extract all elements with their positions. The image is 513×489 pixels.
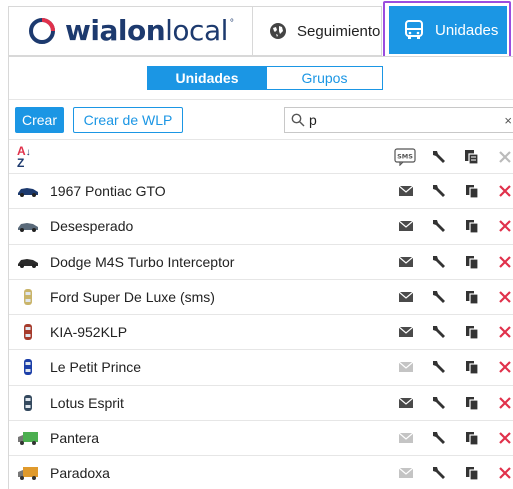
logo-text: wialonlocal	[65, 17, 228, 45]
truck-icon	[18, 467, 38, 481]
delete-icon[interactable]	[496, 394, 513, 412]
top-header: wialonlocal ° Seguimiento Unidades	[0, 0, 513, 62]
delete-icon[interactable]	[496, 253, 513, 271]
create-button[interactable]: Crear	[15, 107, 64, 133]
unit-row[interactable]: Pantera	[9, 420, 513, 455]
copy-icon[interactable]	[463, 464, 481, 482]
logo: wialonlocal °	[8, 6, 252, 56]
logo-trademark: °	[229, 17, 234, 29]
wrench-icon[interactable]	[430, 182, 448, 200]
wrench-icon[interactable]	[430, 217, 448, 235]
copy-icon[interactable]	[463, 323, 481, 341]
unit-name: Ford Super De Luxe (sms)	[50, 288, 215, 305]
wrench-icon[interactable]	[430, 429, 448, 447]
wrench-icon[interactable]	[430, 148, 448, 166]
search-box: ×	[284, 107, 513, 133]
unit-name: Desesperado	[50, 218, 134, 235]
copy-icon[interactable]	[463, 394, 481, 412]
wrench-icon[interactable]	[430, 253, 448, 271]
wrench-icon[interactable]	[430, 323, 448, 341]
copy-icon[interactable]	[463, 253, 481, 271]
send-message-icon[interactable]	[397, 323, 415, 341]
copy-icon[interactable]	[463, 358, 481, 376]
wrench-icon[interactable]	[430, 288, 448, 306]
send-message-icon[interactable]	[397, 358, 415, 376]
car-icon	[24, 394, 32, 411]
globe-icon	[270, 23, 286, 39]
copy-icon[interactable]	[463, 288, 481, 306]
column-actions: SMS	[391, 140, 513, 174]
unit-row[interactable]: Le Petit Prince	[9, 349, 513, 384]
send-message-icon[interactable]	[397, 429, 415, 447]
send-message-icon[interactable]	[397, 182, 415, 200]
nav-tab-units[interactable]: Unidades	[389, 6, 507, 54]
sort-az-icon[interactable]: A↓ Z	[17, 145, 31, 170]
sort-letter-bottom: Z	[17, 156, 25, 170]
close-icon	[499, 151, 511, 163]
units-list: 1967 Pontiac GTO Desesperado Dodge M4S Tur…	[9, 173, 513, 489]
send-message-icon[interactable]	[397, 253, 415, 271]
wrench-icon[interactable]	[430, 464, 448, 482]
logo-brand-bold: wialon	[65, 14, 166, 47]
unit-name: Le Petit Prince	[50, 359, 142, 376]
unit-row[interactable]: Ford Super De Luxe (sms)	[9, 278, 513, 314]
unit-row[interactable]: 1967 Pontiac GTO	[9, 173, 513, 208]
toolbar: Crear Crear de WLP ×	[9, 99, 513, 139]
svg-text:SMS: SMS	[397, 153, 413, 161]
search-icon	[291, 113, 305, 127]
list-header: A↓ Z SMS	[9, 139, 513, 173]
unit-row[interactable]: Paradoxa	[9, 455, 513, 489]
unit-name: Lotus Esprit	[50, 394, 124, 411]
car-icon	[24, 324, 32, 341]
clear-search-button[interactable]: ×	[504, 113, 512, 128]
delete-icon[interactable]	[496, 464, 513, 482]
delete-icon[interactable]	[496, 288, 513, 306]
delete-icon[interactable]	[496, 182, 513, 200]
units-panel: Unidades Grupos Crear Crear de WLP × A↓ …	[8, 56, 513, 489]
unit-name: Paradoxa	[50, 465, 110, 482]
bus-icon	[405, 20, 423, 39]
copy-icon[interactable]	[463, 182, 481, 200]
unit-row[interactable]: Dodge M4S Turbo Interceptor	[9, 243, 513, 279]
wrench-icon[interactable]	[430, 358, 448, 376]
unit-row[interactable]: Desesperado	[9, 208, 513, 243]
car-icon	[18, 188, 38, 197]
tab-groups[interactable]: Grupos	[267, 66, 383, 90]
car-icon	[24, 359, 32, 376]
logo-brand-light: local	[165, 14, 228, 47]
tab-units[interactable]: Unidades	[147, 66, 267, 90]
sms-icon[interactable]: SMS	[394, 148, 416, 166]
unit-name: 1967 Pontiac GTO	[50, 183, 166, 199]
car-icon	[18, 258, 38, 268]
send-message-icon[interactable]	[397, 464, 415, 482]
wrench-icon[interactable]	[430, 394, 448, 412]
nav-tab-units-label: Unidades	[435, 21, 499, 39]
unit-name: Pantera	[50, 430, 100, 447]
nav-tab-tracking-label: Seguimiento	[297, 22, 381, 40]
copy-icon[interactable]	[463, 217, 481, 235]
unit-name: KIA-952KLP	[50, 324, 128, 341]
car-icon	[18, 223, 38, 233]
car-icon	[24, 288, 32, 305]
truck-icon	[18, 432, 38, 446]
send-message-icon[interactable]	[397, 394, 415, 412]
delete-icon[interactable]	[496, 358, 513, 376]
unit-row[interactable]: KIA-952KLP	[9, 314, 513, 349]
create-from-wlp-button[interactable]: Crear de WLP	[73, 107, 183, 133]
copy-icon[interactable]	[463, 148, 481, 166]
delete-icon[interactable]	[496, 217, 513, 235]
unit-name: Dodge M4S Turbo Interceptor	[50, 253, 235, 270]
search-input[interactable]	[309, 112, 499, 128]
delete-icon[interactable]	[496, 429, 513, 447]
send-message-icon[interactable]	[397, 217, 415, 235]
logo-ring-icon	[29, 18, 55, 44]
copy-icon[interactable]	[463, 429, 481, 447]
send-message-icon[interactable]	[397, 288, 415, 306]
segment-tabs: Unidades Grupos	[9, 57, 513, 99]
unit-row[interactable]: Lotus Esprit	[9, 384, 513, 420]
delete-icon[interactable]	[496, 323, 513, 341]
nav-tab-tracking[interactable]: Seguimiento	[252, 6, 382, 56]
